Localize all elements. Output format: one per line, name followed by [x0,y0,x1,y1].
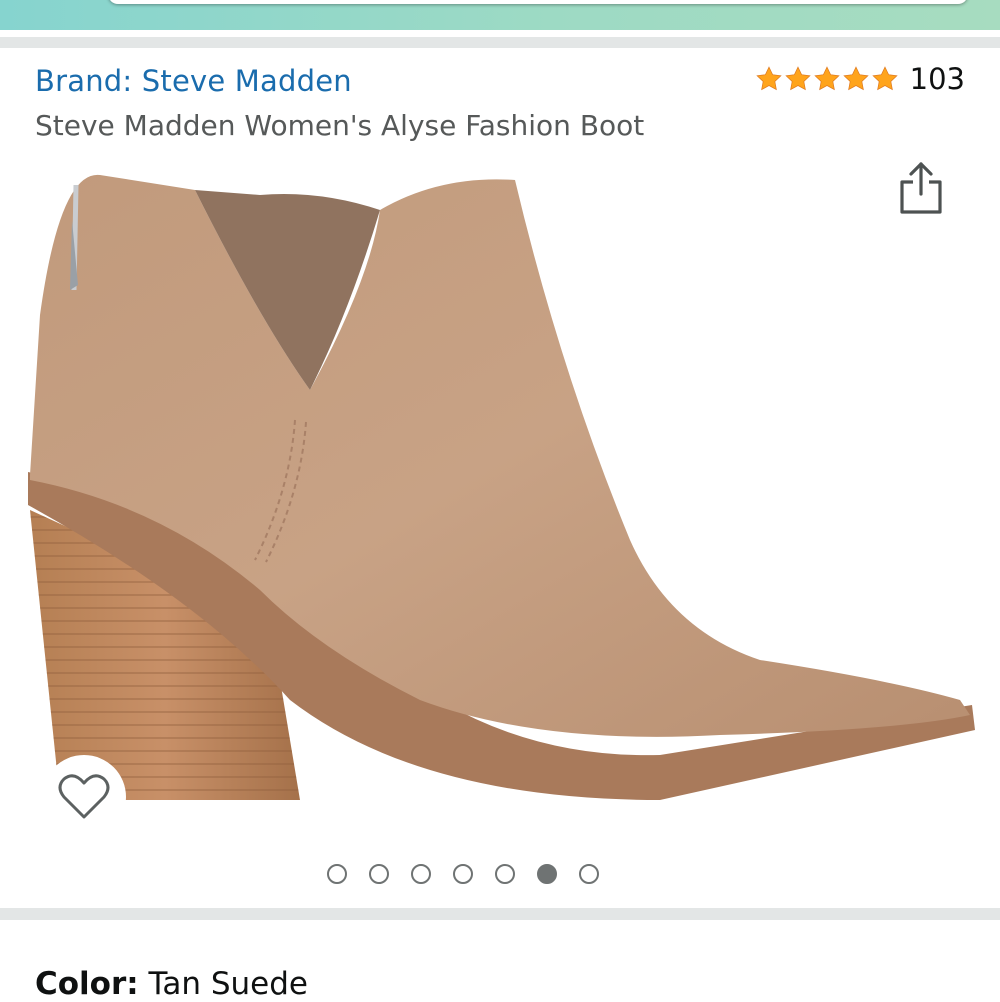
review-count: 103 [909,62,965,96]
carousel-dot-active[interactable] [537,864,557,884]
carousel-dot[interactable] [327,864,347,884]
search-input[interactable] [108,0,968,4]
color-selection: Color: Tan Suede [35,966,308,1002]
carousel-dot[interactable] [411,864,431,884]
star-icon [813,66,840,91]
wishlist-button[interactable] [42,755,126,839]
star-icon [755,66,782,91]
product-title: Steve Madden Women's Alyse Fashion Boot [35,109,645,142]
top-header [0,0,1000,30]
brand-link[interactable]: Brand: Steve Madden [35,64,352,98]
rating-stars [755,65,900,93]
image-carousel-dots [0,864,1000,884]
star-icon [871,66,898,91]
carousel-dot[interactable] [579,864,599,884]
star-icon [784,66,811,91]
section-divider [0,908,1000,920]
color-label: Color: [35,966,139,1002]
section-divider [0,37,1000,48]
carousel-dot[interactable] [369,864,389,884]
carousel-dot[interactable] [453,864,473,884]
rating-summary[interactable]: 103 [755,62,965,96]
heart-outline-icon [58,774,110,819]
product-image[interactable] [20,160,980,840]
star-icon [842,66,869,91]
carousel-dot[interactable] [495,864,515,884]
color-value: Tan Suede [148,966,308,1002]
